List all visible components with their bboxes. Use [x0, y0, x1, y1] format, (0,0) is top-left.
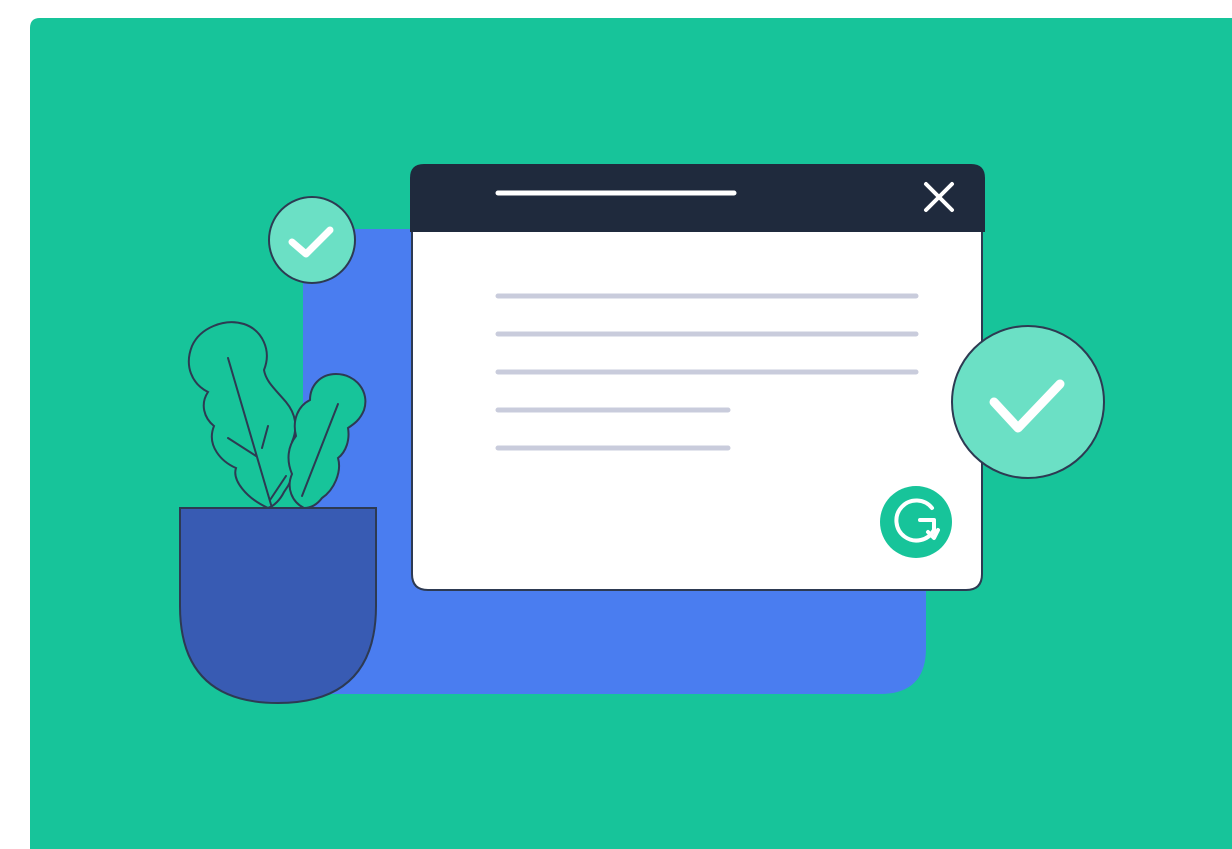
plant-pot: [179, 507, 377, 705]
illustration-scene: [30, 18, 1232, 849]
checkmark-icon-large: [951, 325, 1105, 479]
illustration-stage: [0, 0, 1232, 849]
window-title-bar: [410, 164, 985, 232]
checkmark-icon-small: [268, 196, 356, 284]
document-window: [410, 164, 985, 591]
grammarly-logo-icon[interactable]: [880, 486, 952, 558]
